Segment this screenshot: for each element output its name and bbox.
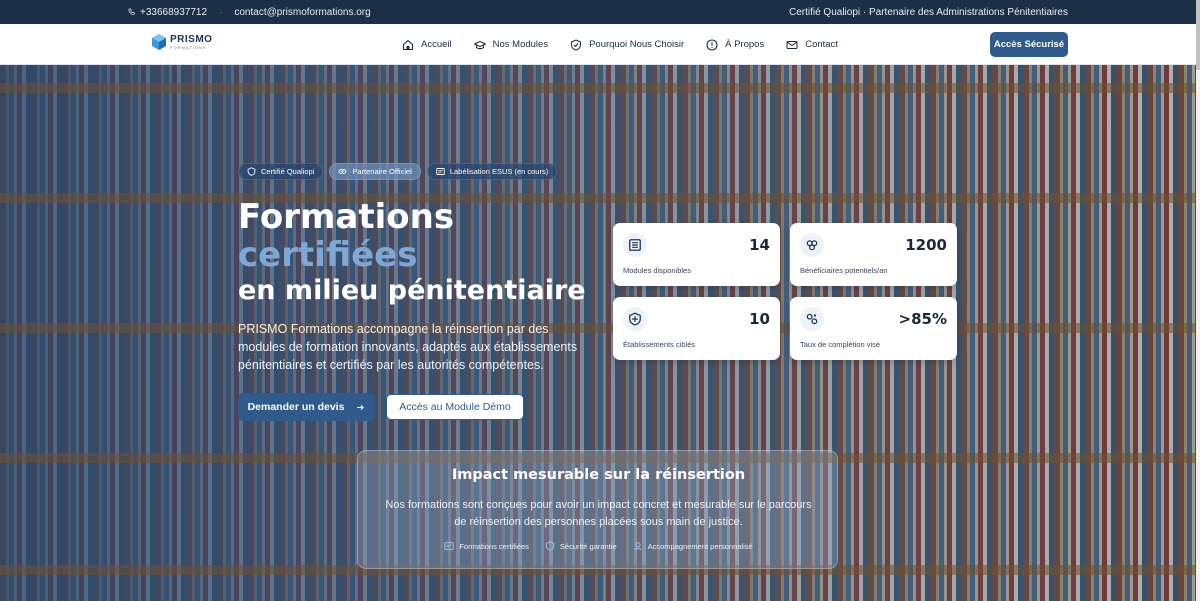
badge-esus: Labélisation ESUS (en cours)	[426, 163, 558, 180]
info-icon	[706, 38, 718, 51]
button-label: Demander un devis	[247, 401, 345, 413]
stat-value: 10	[749, 310, 770, 328]
stat-card-beneficiaires: 1200 Bénéficiaires potentiels/an	[790, 223, 957, 286]
stat-value: 1200	[905, 236, 947, 254]
stat-value: >85%	[898, 310, 947, 328]
stat-card-etablissements: 10 Établissements ciblés	[613, 297, 780, 360]
users-icon	[806, 240, 818, 251]
feature-label: Accompagnement personnalisé	[647, 541, 753, 551]
hero-lead: PRISMO Formations accompagne la réinsert…	[238, 322, 578, 372]
logo-subtext: FORMATIONS	[170, 44, 207, 50]
certificate-icon	[436, 168, 445, 175]
email-address: contact@prismoformations.org	[234, 6, 371, 18]
stat-icon-wrap	[800, 307, 824, 331]
feature-label: Sécurité garantie	[559, 541, 617, 551]
nav-item-label: À Propos	[725, 39, 765, 50]
stat-icon-wrap	[800, 233, 824, 257]
bookshelf-decoration	[0, 323, 1196, 333]
top-info-bar: +33668937712 · contact@prismoformations.…	[0, 0, 1196, 24]
shield-icon	[545, 541, 555, 551]
hero-title: Formations certifiées en milieu pénitent…	[238, 198, 586, 308]
nav-item-label: Contact	[805, 39, 838, 50]
nav-item-accueil[interactable]: Accueil	[402, 39, 452, 51]
feature-item: Formations certifiées	[444, 541, 529, 551]
phone-link[interactable]: +33668937712	[128, 7, 207, 18]
nav-item-pourquoi[interactable]: Pourquoi Nous Choisir	[570, 38, 685, 51]
stat-icon-wrap	[623, 233, 647, 257]
handshake-icon	[339, 169, 347, 174]
badge-partenaire: Partenaire Officiel	[329, 163, 421, 180]
feature-label: Formations certifiées	[459, 541, 529, 551]
hero-title-line1: Formations	[238, 197, 455, 237]
impact-features: Formations certifiées Sécurité garantie …	[358, 541, 839, 551]
logo-text: PRISMO	[170, 33, 213, 45]
stat-label: Modules disponibles	[623, 266, 691, 275]
impact-title: Impact mesurable sur la réinsertion	[451, 467, 746, 483]
demo-module-button[interactable]: Accès au Module Démo	[386, 394, 524, 420]
stat-label: Taux de complétion visé	[800, 340, 881, 349]
phone-number: +33668937712	[140, 6, 208, 18]
nav-menu: Accueil Nos Modules Pourquoi Nous Choisi…	[402, 24, 860, 65]
stat-value: 14	[749, 236, 770, 254]
badge-label: Certifié Qualiopi	[261, 167, 315, 176]
book-icon	[629, 239, 641, 251]
badge-label: Labélisation ESUS (en cours)	[449, 167, 549, 176]
nav-item-modules[interactable]: Nos Modules	[473, 39, 549, 51]
feature-item: Accompagnement personnalisé	[633, 541, 753, 551]
home-icon	[402, 39, 414, 50]
phone-icon	[128, 8, 136, 16]
impact-description: Nos formations sont conçues pour avoir u…	[385, 499, 812, 528]
page-scrollbar[interactable]	[1196, 0, 1200, 601]
bookshelf-decoration	[0, 83, 1196, 93]
shield-icon	[571, 38, 582, 51]
stat-card-completion: >85% Taux de complétion visé	[790, 297, 957, 360]
stat-icon-wrap	[623, 307, 647, 331]
stat-card-modules: 14 Modules disponibles	[613, 223, 780, 286]
impact-panel: Impact mesurable sur la réinsertion Nos …	[357, 450, 838, 569]
nav-item-label: Pourquoi Nous Choisir	[589, 39, 685, 50]
nav-item-contact[interactable]: Contact	[786, 39, 838, 51]
bookshelf-decoration	[0, 193, 1196, 203]
main-navigation: PRISMO FORMATIONS Accueil Nos Modules Po…	[0, 24, 1196, 65]
tagline: Certifié Qualiopi · Partenaire des Admin…	[788, 6, 1068, 18]
graduation-cap-icon	[473, 40, 486, 49]
badge-label: Partenaire Officiel	[352, 167, 412, 176]
feature-item: Sécurité garantie	[545, 541, 617, 551]
secure-access-button[interactable]: Accès Sécurisé	[990, 32, 1068, 57]
hero-section: Certifié Qualiopi Partenaire Officiel La…	[0, 65, 1196, 601]
nav-item-label: Nos Modules	[492, 39, 549, 50]
nav-item-label: Accueil	[421, 39, 452, 50]
certificate-icon	[444, 542, 454, 550]
badge-row: Certifié Qualiopi Partenaire Officiel La…	[238, 163, 558, 180]
hero-title-highlight: certifiées	[238, 235, 418, 275]
email-link[interactable]: contact@prismoformations.org	[234, 7, 370, 18]
hero-title-line3: en milieu pénitentiaire	[238, 275, 586, 306]
scrollbar-thumb[interactable]	[1196, 0, 1200, 70]
badge-qualiopi: Certifié Qualiopi	[238, 163, 324, 180]
shield-check-icon	[247, 167, 256, 176]
stat-label: Bénéficiaires potentiels/an	[800, 266, 888, 275]
user-support-icon	[633, 542, 642, 551]
separator-dot: ·	[219, 6, 223, 18]
request-quote-button[interactable]: Demander un devis	[238, 393, 375, 421]
chart-icon	[806, 313, 818, 325]
logo[interactable]: PRISMO FORMATIONS	[152, 34, 212, 50]
contact-info: +33668937712 · contact@prismoformations.…	[128, 7, 371, 18]
stat-label: Établissements ciblés	[623, 340, 696, 349]
arrow-right-icon	[357, 404, 365, 410]
shield-icon	[629, 312, 641, 326]
envelope-icon	[786, 40, 798, 49]
nav-item-apropos[interactable]: À Propos	[706, 38, 765, 51]
prism-logo-icon	[152, 34, 166, 50]
